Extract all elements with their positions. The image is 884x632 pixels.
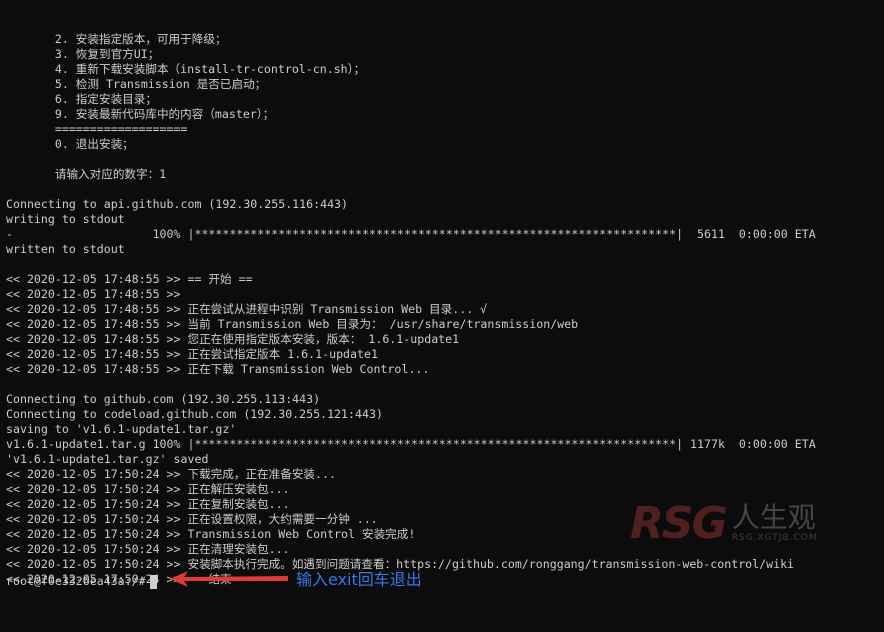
annotation-text: 输入exit回车退出 [296, 570, 422, 589]
terminal-line: << 2020-12-05 17:48:55 >> 正在下载 Transmiss… [6, 362, 430, 376]
terminal-line: writing to stdout [6, 212, 125, 226]
left-arrow-icon [170, 571, 288, 587]
terminal-line: << 2020-12-05 17:48:55 >> 正在尝试从进程中识别 Tra… [6, 302, 488, 316]
terminal-line: v1.6.1-update1.tar.g 100% |*************… [6, 437, 816, 451]
terminal-line: 9. 安装最新代码库中的内容（master）； [6, 107, 275, 121]
exit-annotation: 输入exit回车退出 [168, 566, 422, 590]
terminal-line: 3. 恢复到官方UI； [6, 47, 160, 61]
terminal-line: << 2020-12-05 17:50:24 >> 安装脚本执行完成。如遇到问题… [6, 557, 795, 571]
text-cursor [149, 574, 157, 589]
terminal-line: =================== [6, 122, 188, 136]
terminal-line: << 2020-12-05 17:48:55 >> 正在尝试指定版本 1.6.1… [6, 347, 378, 361]
terminal-line: - 100% |********************************… [6, 227, 816, 241]
watermark-en-text: RSG.XGTJB.COM [731, 533, 818, 543]
terminal-line: 0. 退出安装； [6, 137, 134, 151]
terminal-prompt-row[interactable]: root@f0e3326ea43a:/# [6, 574, 157, 589]
watermark: RSG 人生观 RSG.XGTJB.COM [630, 488, 884, 558]
terminal-line: Connecting to github.com (192.30.255.113… [6, 392, 321, 406]
watermark-cn-text: 人生观 [731, 501, 816, 534]
terminal-line: 5. 检测 Transmission 是否已启动； [6, 77, 267, 91]
terminal-line: 'v1.6.1-update1.tar.gz' saved [6, 452, 209, 466]
shell-prompt: root@f0e3326ea43a:/# [6, 574, 146, 588]
terminal-line: 6. 指定安装目录； [6, 92, 157, 106]
terminal-line: saving to 'v1.6.1-update1.tar.gz' [6, 422, 237, 436]
terminal-line: 4. 重新下载安装脚本（install-tr-control-cn.sh）； [6, 62, 366, 76]
watermark-logo: RSG [630, 497, 728, 549]
terminal-line: 2. 安装指定版本，可用于降级； [6, 32, 227, 46]
terminal-line: << 2020-12-05 17:48:55 >> [6, 287, 181, 301]
terminal-line: << 2020-12-05 17:48:55 >> == 开始 == [6, 272, 253, 286]
terminal-line: Connecting to codeload.github.com (192.3… [6, 407, 383, 421]
terminal-line: << 2020-12-05 17:48:55 >> 您正在使用指定版本安装，版本… [6, 332, 460, 346]
terminal-line: << 2020-12-05 17:48:55 >> 当前 Transmissio… [6, 317, 579, 331]
terminal-line: 请输入对应的数字：1 [6, 167, 167, 181]
terminal-line: written to stdout [6, 242, 125, 256]
terminal-line: << 2020-12-05 17:50:24 >> 下载完成，正在准备安装... [6, 467, 336, 481]
terminal-line: Connecting to api.github.com (192.30.255… [6, 197, 349, 211]
